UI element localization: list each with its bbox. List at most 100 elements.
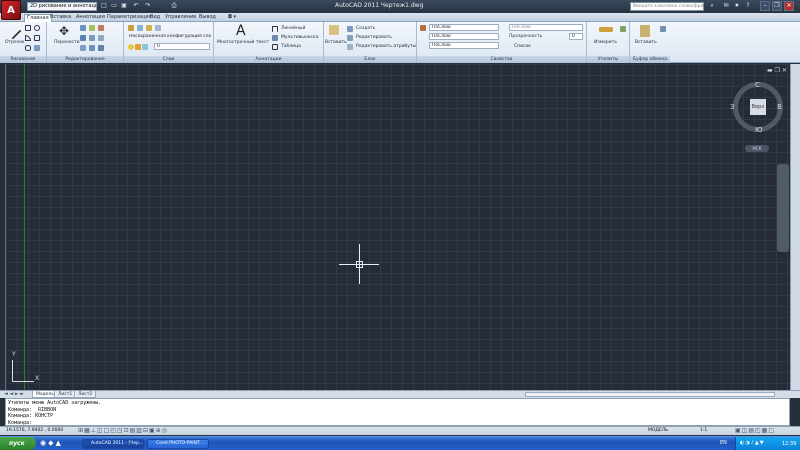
move-icon[interactable]: ✥ <box>59 25 71 37</box>
trim-icon[interactable] <box>89 25 95 31</box>
scale-icon[interactable] <box>89 45 95 51</box>
open-icon[interactable]: ▭ <box>110 2 118 10</box>
ribbon-options-icon[interactable]: ◘ ▾ <box>226 14 238 22</box>
stretch-icon[interactable] <box>80 45 86 51</box>
application-menu-button[interactable]: A <box>1 0 21 20</box>
create-block-button[interactable]: Создать <box>356 26 375 31</box>
array-icon[interactable] <box>98 45 104 51</box>
redo-icon[interactable]: ↷ <box>144 2 152 10</box>
panel-modify-title[interactable]: Редактирование <box>47 56 123 63</box>
insert-block-icon[interactable] <box>329 25 339 35</box>
minimize-button[interactable]: – <box>760 1 770 11</box>
viewport-controls[interactable]: ▬ ❐ ✕ <box>767 67 787 74</box>
panel-annotation-title[interactable]: Аннотации <box>214 56 323 63</box>
save-icon[interactable]: ▣ <box>120 2 128 10</box>
viewcube-ring[interactable]: Верх <box>733 82 783 132</box>
plot-icon[interactable]: ⎙ <box>170 2 178 10</box>
lineweight-select[interactable]: ПоСлою <box>429 42 499 49</box>
table-icon[interactable] <box>272 44 278 50</box>
lightbulb-icon[interactable] <box>128 44 134 50</box>
match-properties-icon[interactable] <box>420 25 426 31</box>
quick-select-icon[interactable] <box>620 26 626 32</box>
polyline-icon[interactable] <box>25 25 31 31</box>
sun-icon[interactable] <box>135 44 141 50</box>
viewcube-east[interactable]: В <box>777 103 782 111</box>
color-select[interactable]: ПоСлою <box>429 24 499 31</box>
dimension-button[interactable]: Линейный <box>281 26 305 31</box>
communication-icon[interactable]: ✉ <box>722 2 730 10</box>
status-tray-icons[interactable]: ▣◫▤◰▦□ <box>735 427 775 434</box>
search-icon[interactable]: ⌕ <box>708 2 716 10</box>
paste-button[interactable]: Вставить <box>635 40 657 45</box>
annotation-scale[interactable]: 1:1 <box>700 428 707 433</box>
new-icon[interactable]: □ <box>100 2 108 10</box>
lock-icon[interactable] <box>142 44 148 50</box>
tab-manage[interactable]: Управление <box>163 14 198 22</box>
mtext-button[interactable]: Многострочный текст <box>217 40 269 45</box>
quick-launch-icons[interactable]: ◉◆▲ <box>40 439 63 447</box>
viewcube-north[interactable]: С <box>755 81 760 89</box>
wcs-menu[interactable]: МСК <box>745 145 769 152</box>
mirror-icon[interactable] <box>89 35 95 41</box>
close-button[interactable]: ✕ <box>784 1 794 11</box>
viewcube-top-face[interactable]: Верх <box>750 99 766 115</box>
measure-icon[interactable] <box>599 27 613 32</box>
viewcube-south[interactable]: Ю <box>755 126 763 134</box>
move-button[interactable]: Перенести <box>54 40 80 45</box>
tab-view[interactable]: Вид <box>148 14 162 22</box>
tab-layout2[interactable]: Лист2 <box>74 391 97 398</box>
layer-select[interactable]: 0 <box>154 43 210 50</box>
undo-icon[interactable]: ↶ <box>132 2 140 10</box>
tab-insert[interactable]: Вставка <box>48 14 73 22</box>
create-block-icon[interactable] <box>347 26 353 32</box>
table-button[interactable]: Таблица <box>281 44 301 49</box>
tab-layout1[interactable]: Лист1 <box>54 391 77 398</box>
edit-block-button[interactable]: Редактировать <box>356 35 392 40</box>
viewcube-west[interactable]: З <box>730 103 735 111</box>
layer-state-select[interactable]: Несохраненная конфигурация слое <box>127 34 211 41</box>
panel-draw-title[interactable]: Рисование <box>0 56 46 63</box>
fillet-icon[interactable] <box>98 35 104 41</box>
drafting-toggles[interactable]: ⊞▦⊥◫□◰◳⊡▤▥⊟▣⊕◎ <box>78 427 168 434</box>
linetype-select[interactable]: ПоСлою <box>429 33 499 40</box>
tab-annotate[interactable]: Аннотации <box>74 14 107 22</box>
model-space-button[interactable]: МОДЕЛЬ <box>648 428 668 433</box>
tab-output[interactable]: Вывод <box>197 14 218 22</box>
navigation-bar[interactable] <box>777 164 789 252</box>
dimension-icon[interactable] <box>272 26 278 32</box>
copy-icon[interactable] <box>80 35 86 41</box>
hatch-icon[interactable] <box>34 45 40 51</box>
panel-clipboard-title[interactable]: Буфер обмена <box>630 56 670 63</box>
start-button[interactable]: пуск <box>0 437 36 450</box>
layout-nav-arrows[interactable]: ◄ ◄ ► ► <box>4 391 24 397</box>
edit-attributes-icon[interactable] <box>347 44 353 50</box>
taskbar-item-autocad[interactable]: AutoCAD 2011 - [Чер... <box>82 439 144 449</box>
horizontal-scrollbar[interactable] <box>525 392 775 397</box>
language-indicator[interactable]: EN <box>720 440 727 446</box>
line-button[interactable]: Отрезок <box>5 40 25 45</box>
search-input[interactable]: Введите ключевое слово/фразу <box>630 2 704 11</box>
layer-freeze-icon[interactable] <box>146 25 152 31</box>
rotate-icon[interactable] <box>80 25 86 31</box>
arc-icon[interactable] <box>25 35 31 41</box>
help-icon[interactable]: ? <box>744 2 752 10</box>
measure-button[interactable]: Измерить <box>594 40 617 45</box>
edit-block-icon[interactable] <box>347 35 353 41</box>
paste-icon[interactable] <box>640 25 650 37</box>
mleader-icon[interactable] <box>272 35 278 41</box>
insert-block-button[interactable]: Вставить <box>325 40 347 45</box>
command-line[interactable]: Утилиты меню AutoCAD загружены. Команда:… <box>5 398 790 426</box>
erase-icon[interactable] <box>98 25 104 31</box>
mleader-button[interactable]: Мультивыноска <box>281 35 318 40</box>
layer-state-icon[interactable] <box>137 25 143 31</box>
transparency-input[interactable]: 0 <box>569 33 583 40</box>
panel-properties-title[interactable]: Свойства <box>417 56 586 63</box>
taskbar-item-corel[interactable]: Corel PHOTO-PAINT ... <box>147 439 209 449</box>
list-button[interactable]: Список <box>514 44 531 49</box>
rectangle-icon[interactable] <box>34 35 40 41</box>
panel-utilities-title[interactable]: Утилиты <box>587 56 629 63</box>
favorites-icon[interactable]: ★ <box>733 2 741 10</box>
plot-style-select[interactable]: ПоСлою <box>509 24 583 31</box>
drawing-canvas[interactable]: ▬ ❐ ✕ Верх С Ю З В МСК Y X <box>5 64 790 390</box>
tab-parametric[interactable]: Параметризация <box>105 14 154 22</box>
